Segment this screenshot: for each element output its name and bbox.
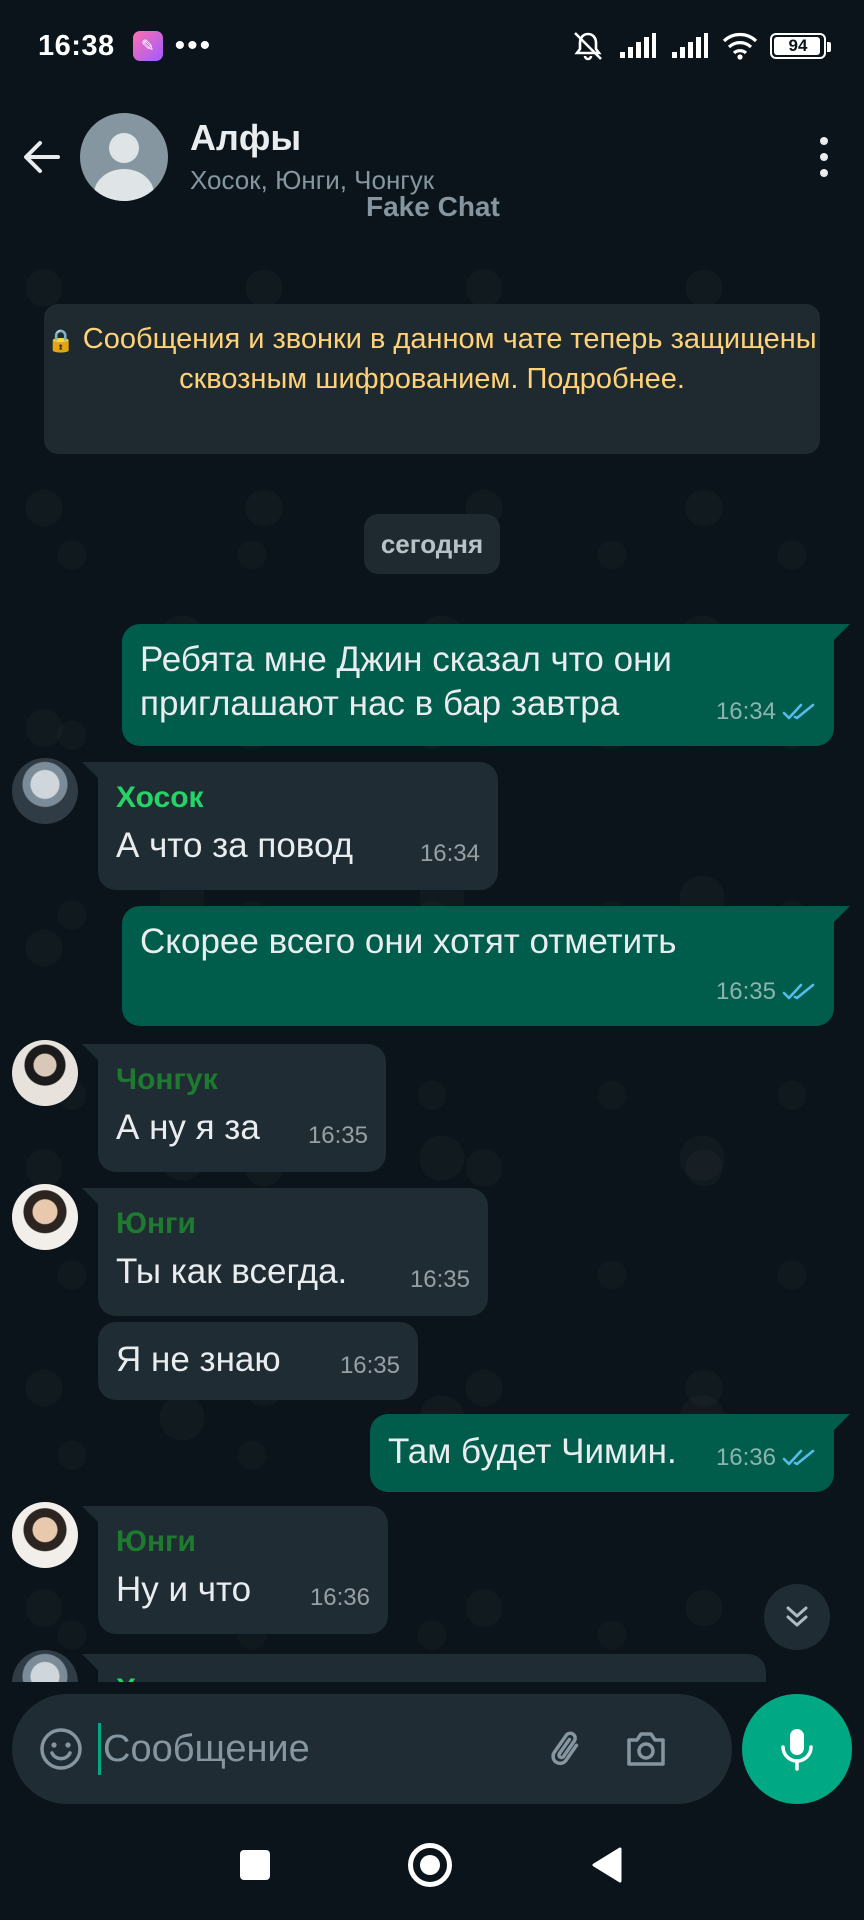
message-text: Скорее всего они хотят отметить <box>140 922 677 961</box>
message-text: Я не знаю <box>116 1340 281 1379</box>
status-more-dots: ••• <box>174 29 213 62</box>
message-bubble-outgoing[interactable]: Ребята мне Джин сказал что они приглашаю… <box>122 624 850 746</box>
avatar-jungkook[interactable] <box>12 1040 78 1106</box>
encryption-banner[interactable]: 🔒 Сообщения и звонки в данном чате теперь… <box>44 304 820 454</box>
status-bar: 16:38 ✎ ••• 94 <box>0 0 864 92</box>
sender-name: Чонгук <box>116 1063 218 1096</box>
message-input[interactable] <box>103 1727 543 1771</box>
chat-header: Алфы Хосок, Юнги, Чонгук Fake Chat <box>0 92 864 222</box>
home-button[interactable] <box>408 1843 452 1887</box>
avatar-hosok[interactable] <box>12 1650 78 1682</box>
message-text: А ну я за <box>116 1108 260 1147</box>
avatar-yoongi[interactable] <box>12 1502 78 1568</box>
message-text: Ребята мне Джин сказал что они приглашаю… <box>140 640 672 723</box>
message-time: 16:35 <box>716 970 816 1014</box>
voice-message-button[interactable] <box>742 1694 852 1804</box>
message-bubble-incoming[interactable]: Юнги Ну и что 16:36 <box>82 1506 388 1634</box>
signal-icon <box>672 33 708 58</box>
status-time: 16:38 <box>38 29 115 62</box>
message-time: 16:36 <box>309 1584 370 1611</box>
watermark: Fake Chat <box>366 191 500 222</box>
date-chip: сегодня <box>364 514 500 574</box>
back-triangle-icon[interactable] <box>590 1845 624 1885</box>
message-time: 16:35 <box>339 1352 400 1379</box>
encryption-text: Сообщения и звонки в данном чате теперь … <box>82 323 817 395</box>
back-arrow-icon <box>24 141 60 173</box>
message-text: Ну и что <box>116 1570 252 1609</box>
chat-area[interactable]: 🔒 Сообщения и звонки в данном чате теперь… <box>0 222 864 1682</box>
battery-icon: 94 <box>770 33 831 59</box>
message-bubble-incoming[interactable]: Хосок А что за повод 16:34 <box>82 762 498 890</box>
mic-icon <box>781 1729 813 1771</box>
camera-icon[interactable] <box>621 1724 671 1774</box>
message-time: 16:35 <box>409 1266 470 1293</box>
message-text: Ты как всегда. <box>116 1252 348 1291</box>
double-check-icon <box>782 703 815 720</box>
message-bubble-incoming[interactable]: Юнги Ты как всегда. 16:35 <box>82 1188 488 1316</box>
text-caret <box>98 1723 101 1775</box>
sender-name: Хосок <box>116 1668 204 1682</box>
more-options-button[interactable] <box>794 117 854 197</box>
recents-button[interactable] <box>240 1850 270 1880</box>
message-bubble-outgoing[interactable]: Там будет Чимин. 16:36 <box>370 1414 850 1492</box>
message-bubble-incoming[interactable]: Я не знаю 16:35 <box>98 1322 418 1400</box>
message-text: А что за повод <box>116 826 354 865</box>
lock-icon: 🔒 <box>47 328 75 353</box>
message-time: 16:34 <box>419 840 480 867</box>
message-time: 16:35 <box>307 1122 368 1149</box>
double-check-icon <box>782 983 815 1000</box>
double-check-icon <box>782 1449 815 1466</box>
scroll-to-bottom-button[interactable] <box>764 1584 830 1650</box>
more-vert-icon <box>820 137 828 145</box>
signal-icon <box>620 33 656 58</box>
message-bubble-incoming[interactable]: Хосок <box>82 1654 766 1682</box>
message-time: 16:36 <box>716 1436 816 1480</box>
attach-icon[interactable] <box>543 1725 591 1773</box>
wifi-icon <box>722 33 758 60</box>
avatar-yoongi[interactable] <box>12 1184 78 1250</box>
message-composer <box>12 1694 732 1804</box>
message-bubble-outgoing[interactable]: Скорее всего они хотят отметить 16:35 <box>122 906 850 1026</box>
back-button[interactable] <box>4 119 80 195</box>
mute-bell-icon <box>574 32 602 61</box>
battery-level: 94 <box>788 36 808 55</box>
chevron-double-down-icon <box>786 1606 808 1627</box>
message-bubble-incoming[interactable]: Чонгук А ну я за 16:35 <box>82 1044 386 1172</box>
emoji-icon[interactable] <box>38 1726 84 1772</box>
sender-name: Юнги <box>116 1525 196 1558</box>
sender-name: Юнги <box>116 1207 196 1240</box>
chat-info[interactable]: Алфы Хосок, Юнги, Чонгук Fake Chat <box>190 107 794 222</box>
message-time: 16:34 <box>716 690 816 734</box>
sender-name: Хосок <box>116 781 204 814</box>
avatar-hosok[interactable] <box>12 758 78 824</box>
app-notification-icon: ✎ <box>132 31 163 61</box>
status-icons: 94 <box>570 30 831 62</box>
system-navigation-bar <box>0 1810 864 1920</box>
chat-title: Алфы <box>190 117 302 158</box>
message-text: Там будет Чимин. <box>388 1432 677 1471</box>
group-avatar[interactable] <box>80 113 168 201</box>
